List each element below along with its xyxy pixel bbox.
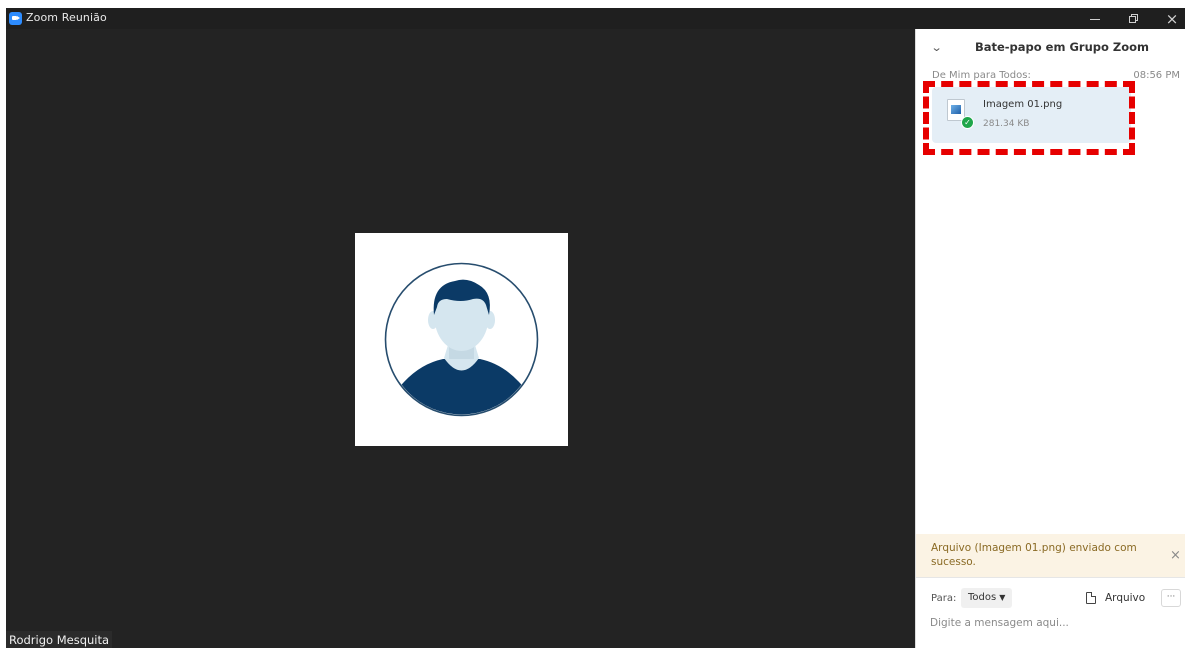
- message-meta: De Mim para Todos: 08:56 PM: [932, 70, 1180, 84]
- file-button[interactable]: Arquivo: [1086, 588, 1145, 608]
- restore-icon: [1128, 14, 1138, 23]
- to-label: Para:: [931, 593, 957, 604]
- minimize-button[interactable]: [1078, 8, 1112, 29]
- file-name: Imagem 01.png: [983, 99, 1063, 110]
- file-attachment[interactable]: ✓ Imagem 01.png 281.34 KB: [932, 87, 1131, 143]
- chat-title: Bate-papo em Grupo Zoom: [974, 40, 1150, 54]
- close-window-button[interactable]: ×: [1155, 8, 1185, 29]
- restore-button[interactable]: [1116, 8, 1150, 29]
- chat-header: ⌄ Bate-papo em Grupo Zoom: [916, 29, 1185, 67]
- message-input[interactable]: [930, 614, 1170, 632]
- zoom-window: Zoom Reunião × Rodrigo Mesquita ⌄ Bate-p…: [6, 8, 1185, 648]
- file-button-label: Arquivo: [1105, 592, 1146, 604]
- recipient-value: Todos: [968, 592, 997, 603]
- participant-name-label: Rodrigo Mesquita: [6, 631, 113, 648]
- compose-area: Para: Todos ▼ Arquivo ···: [916, 577, 1185, 648]
- close-icon[interactable]: ×: [1170, 548, 1181, 563]
- chat-panel: ⌄ Bate-papo em Grupo Zoom De Mim para To…: [915, 29, 1185, 648]
- window-title: Zoom Reunião: [26, 11, 107, 24]
- message-sender: De Mim para Todos:: [932, 70, 1031, 81]
- title-bar: Zoom Reunião ×: [6, 8, 1185, 29]
- chevron-down-icon: ▼: [999, 593, 1006, 602]
- minimize-icon: [1090, 19, 1100, 20]
- check-circle-icon: ✓: [961, 116, 974, 129]
- participant-avatar-card: [355, 233, 568, 446]
- close-icon: ×: [1165, 9, 1179, 28]
- zoom-icon: [9, 12, 22, 25]
- notice-text: Arquivo (Imagem 01.png) enviado com suce…: [931, 542, 1137, 568]
- message-time: 08:56 PM: [1133, 70, 1180, 81]
- file-size: 281.34 KB: [983, 119, 1030, 129]
- upload-success-notice: Arquivo (Imagem 01.png) enviado com suce…: [916, 534, 1185, 577]
- more-options-button[interactable]: ···: [1161, 589, 1181, 607]
- user-avatar-icon: [384, 262, 539, 417]
- video-area: Rodrigo Mesquita: [6, 29, 915, 648]
- document-icon: [1086, 592, 1096, 604]
- recipient-dropdown[interactable]: Todos ▼: [961, 588, 1013, 608]
